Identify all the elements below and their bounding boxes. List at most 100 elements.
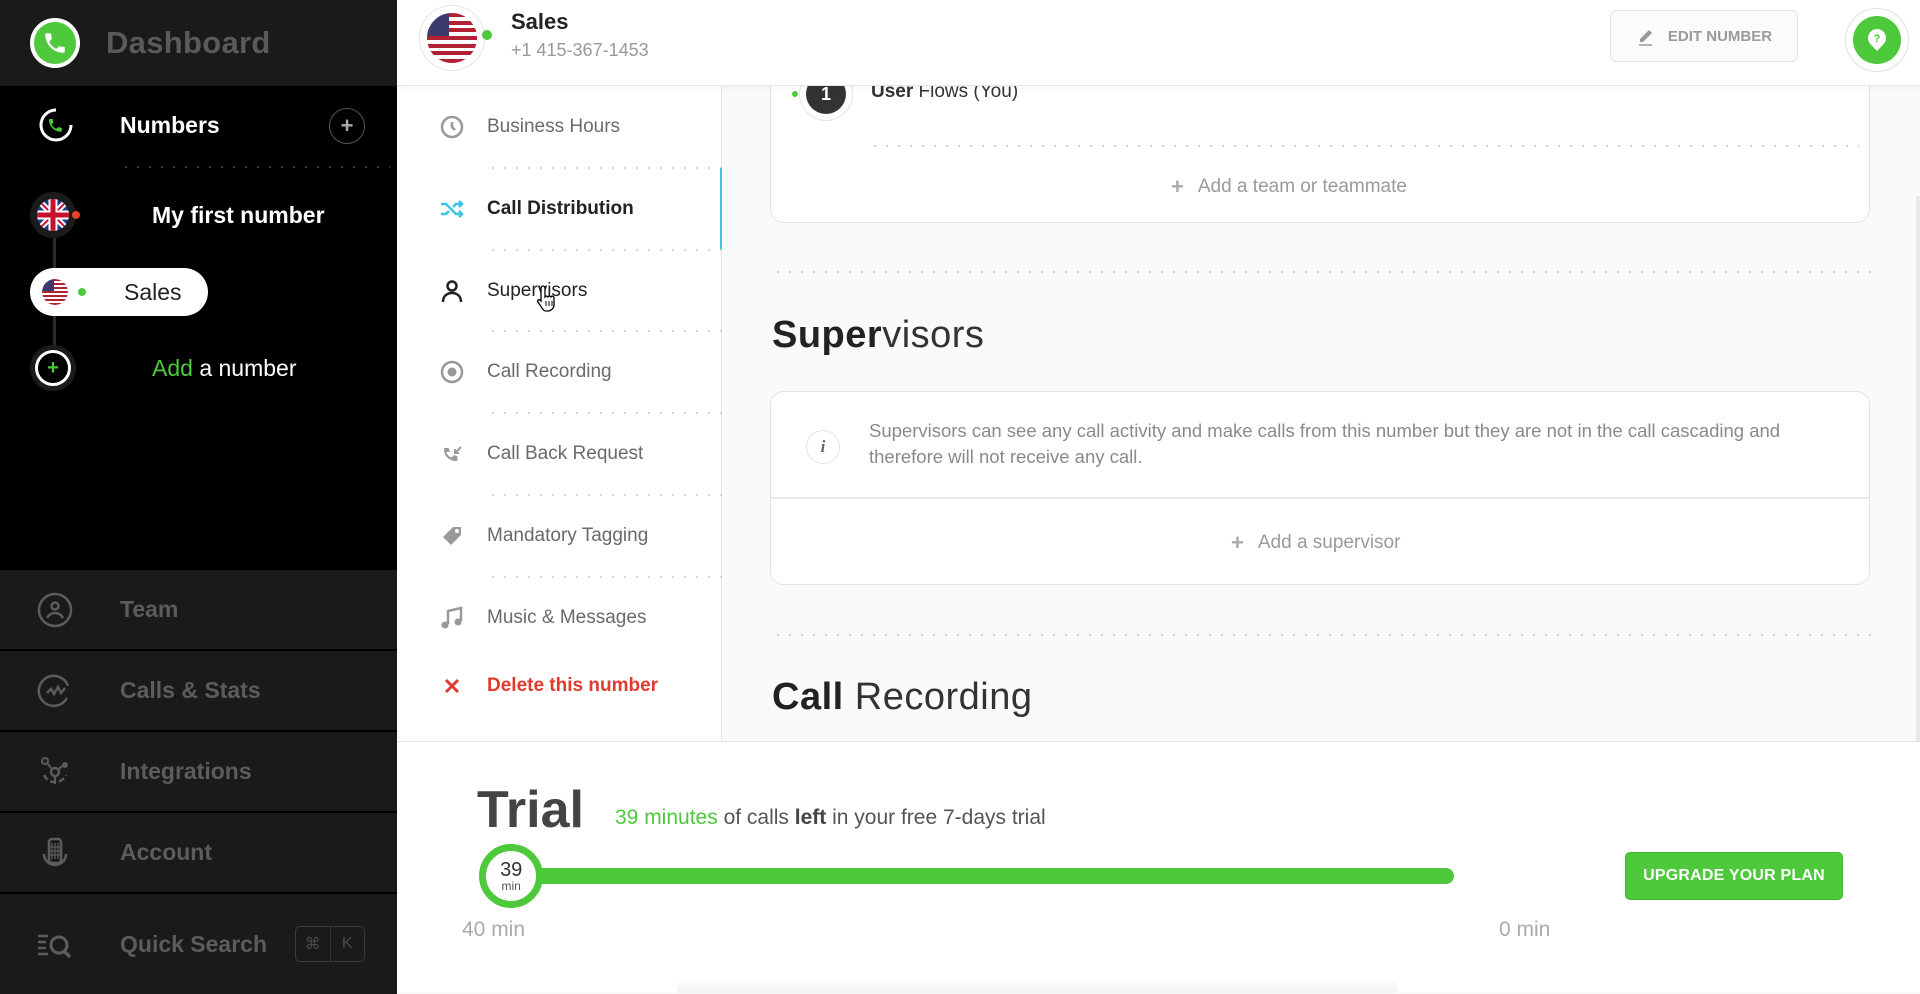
add-team-label: Add a team or teammate: [1197, 176, 1407, 197]
upgrade-plan-button[interactable]: UPGRADE YOUR PLAN: [1625, 852, 1843, 900]
phone-number: +1 415-367-1453: [511, 40, 649, 60]
section-nav: Business Hours Call Distribution Supervi…: [397, 86, 723, 741]
minutes-left-highlight: 39 minutes: [615, 806, 718, 829]
number-label: My first number: [152, 201, 325, 228]
nav-label: Call Distribution: [487, 197, 634, 219]
user-bold: User: [871, 86, 914, 102]
menu-label: Integrations: [120, 758, 252, 784]
sidebar-menu: Team Calls & Stats Integrations Account …: [0, 570, 397, 994]
sidebar: Dashboard Numbers + My first number Sale…: [0, 0, 397, 994]
user-row[interactable]: User Flows (You): [871, 86, 1018, 103]
info-icon: i: [806, 430, 840, 464]
position-badge: 1: [799, 86, 853, 121]
add-number-link[interactable]: + Add a number: [30, 345, 297, 391]
menu-label: Account: [120, 839, 212, 865]
progress-knob: 39 min: [479, 844, 544, 908]
progress-fill: [511, 868, 1454, 884]
number-header: Sales +1 415-367-1453 EDIT NUMBER ?: [397, 0, 1920, 86]
callback-icon: [444, 445, 462, 461]
sidebar-header[interactable]: Dashboard: [0, 0, 397, 86]
hand-cursor-icon: [536, 285, 555, 312]
sidebar-item-integrations[interactable]: Integrations: [0, 732, 397, 813]
delete-label: Delete this number: [487, 675, 659, 696]
nav-item-mandatory-tagging[interactable]: Mandatory Tagging: [397, 495, 722, 576]
close-icon: [444, 678, 460, 694]
scrollbar[interactable]: [1916, 196, 1920, 741]
stats-icon: [37, 674, 70, 707]
heading-bold: Call: [772, 676, 844, 718]
integrations-icon: [41, 756, 68, 784]
record-icon: [440, 360, 464, 383]
msg-mid: of calls: [717, 806, 795, 829]
add-number-plus-button[interactable]: +: [329, 108, 365, 144]
plus-icon: +: [1231, 530, 1244, 555]
call-distribution-card: 1 User Flows (You) + Add a team or teamm…: [770, 86, 1870, 223]
nav-item-call-recording[interactable]: Call Recording: [397, 331, 722, 412]
quick-search-icon: [38, 934, 72, 959]
add-highlight: Add: [152, 354, 193, 381]
shuffle-icon: [441, 199, 464, 218]
nav-label: Mandatory Tagging: [487, 524, 649, 546]
menu-label: Calls & Stats: [120, 677, 261, 703]
person-icon: [441, 279, 463, 302]
phone-logo-icon: [30, 18, 80, 68]
tag-icon: [443, 526, 461, 545]
section-divider: [772, 271, 1872, 273]
msg-end: in your free 7-days trial: [826, 806, 1046, 829]
nav-label: Music & Messages: [487, 606, 647, 628]
heading-bold: Super: [772, 314, 883, 356]
number-item-sales[interactable]: Sales: [30, 268, 208, 316]
quick-search-label: Quick Search: [120, 930, 268, 957]
dashboard-title: Dashboard: [106, 25, 271, 60]
add-circle-icon: +: [30, 345, 76, 391]
nav-item-call-distribution[interactable]: Call Distribution: [397, 168, 722, 249]
divider: [869, 145, 1859, 147]
divider: [120, 166, 390, 168]
add-team-or-teammate-button[interactable]: + Add a team or teammate: [1171, 174, 1407, 200]
nav-item-music-messages[interactable]: Music & Messages: [397, 577, 722, 658]
number-label: Sales: [124, 278, 182, 305]
sidebar-item-team[interactable]: Team: [0, 570, 397, 651]
supervisors-card: i Supervisors can see any call activity …: [770, 391, 1870, 585]
trial-banner: Trial 39 minutes of calls left in your f…: [397, 741, 1920, 993]
us-flag-avatar: [419, 5, 485, 71]
cmd-key: ⌘: [296, 927, 331, 961]
add-rest: a number: [192, 354, 297, 381]
nav-label: Call Back Request: [487, 442, 644, 464]
edit-number-label: EDIT NUMBER: [1667, 27, 1773, 45]
sidebar-item-calls-stats[interactable]: Calls & Stats: [0, 651, 397, 732]
user-rest: Flows (You): [913, 86, 1019, 102]
account-icon: [42, 837, 68, 866]
online-dot: [792, 91, 798, 97]
bottom-panel-edge: [677, 978, 1397, 993]
help-button[interactable]: ?: [1845, 8, 1909, 72]
clock-icon: [440, 115, 464, 138]
section-divider: [772, 634, 1872, 636]
nav-item-call-back-request[interactable]: Call Back Request: [397, 413, 722, 494]
knob-value: 39: [500, 859, 523, 881]
nav-item-business-hours[interactable]: Business Hours: [397, 86, 722, 167]
trial-title: Trial: [477, 781, 584, 839]
quick-search-button[interactable]: Quick Search ⌘ K: [0, 894, 397, 994]
trial-message: 39 minutes of calls left in your free 7-…: [615, 806, 1046, 830]
us-flag-icon: [42, 279, 68, 305]
svg-text:?: ?: [1874, 33, 1881, 45]
nav-label: Business Hours: [487, 115, 621, 137]
uk-flag-icon: [30, 192, 80, 238]
add-supervisor-button[interactable]: + Add a supervisor: [1231, 530, 1400, 556]
pencil-icon: [1638, 30, 1652, 46]
keyboard-shortcut: ⌘ K: [295, 926, 365, 962]
supervisors-heading: Supervisors: [772, 314, 984, 357]
sidebar-item-account[interactable]: Account: [0, 813, 397, 894]
status-dot-offline: [72, 211, 80, 219]
edit-number-button[interactable]: EDIT NUMBER: [1610, 10, 1798, 62]
numbers-phone-icon: [39, 108, 73, 142]
heading-rest: Recording: [843, 676, 1033, 718]
knob-unit: min: [501, 879, 521, 893]
numbers-header[interactable]: Numbers +: [0, 100, 397, 150]
number-item-my-first-number[interactable]: My first number: [30, 192, 325, 238]
add-supervisor-label: Add a supervisor: [1257, 532, 1401, 553]
delete-number-button[interactable]: Delete this number: [397, 656, 722, 716]
end-label: 0 min: [1499, 918, 1551, 941]
status-dot-online: [78, 288, 86, 296]
